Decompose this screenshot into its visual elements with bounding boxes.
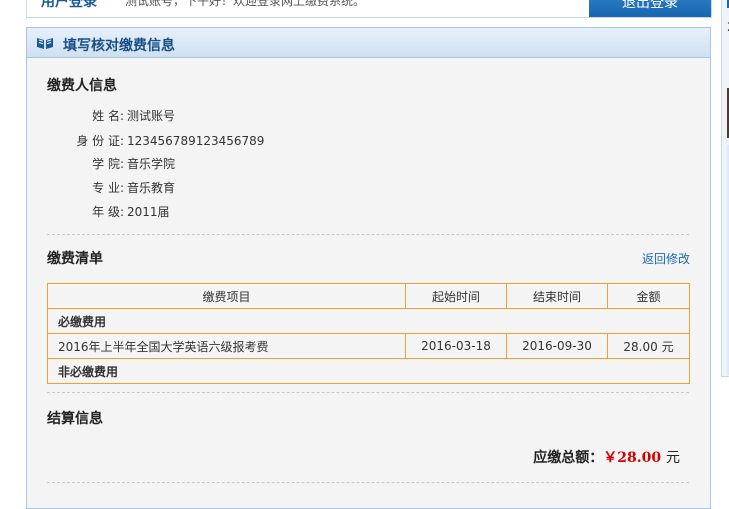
- group-row-optional: 非必缴费用: [47, 358, 690, 384]
- field-grade: 年 级: 2011届: [67, 203, 170, 220]
- field-college-value: 音乐学院: [127, 157, 176, 171]
- panel-header: 填写核对缴费信息: [27, 28, 710, 58]
- field-id-card: 身 份 证: 123456789123456789: [67, 132, 264, 149]
- field-major-label: 专 业:: [92, 181, 124, 195]
- field-name-label: 姓 名:: [92, 109, 124, 123]
- total-label: 应缴总额：: [533, 450, 604, 466]
- fee-table: 缴费项目 起始时间 结束时间 金额 必缴费用 2016年上半年全国大学英语六级报…: [47, 283, 690, 384]
- total-value: ￥28.00: [603, 450, 662, 466]
- fee-item-start: 2016-03-18: [405, 333, 507, 359]
- total-amount: 应缴总额：￥28.00 元: [533, 447, 680, 467]
- group-row-required: 必缴费用: [47, 308, 690, 334]
- col-start: 起始时间: [405, 283, 507, 309]
- field-name-value: 测试账号: [127, 109, 176, 123]
- fee-item-name: 2016年上半年全国大学英语六级报考费: [47, 333, 406, 359]
- total-unit: 元: [666, 450, 680, 466]
- field-name: 姓 名: 测试账号: [67, 107, 175, 124]
- book-icon: [36, 36, 54, 50]
- user-login-label: 用户登录: [41, 0, 97, 10]
- fee-table-header: 缴费项目 起始时间 结束时间 金额: [47, 283, 690, 309]
- fee-item-end: 2016-09-30: [506, 333, 608, 359]
- payment-info-panel: 填写核对缴费信息 缴费人信息 姓 名: 测试账号 身 份 证: 1234567891…: [26, 27, 711, 509]
- field-grade-value: 2011届: [127, 205, 170, 219]
- field-id-card-value: 123456789123456789: [127, 134, 265, 148]
- settlement-section-title: 结算信息: [47, 411, 103, 427]
- optional-group-label: 非必缴费用: [47, 358, 690, 384]
- field-grade-label: 年 级:: [92, 205, 124, 219]
- field-college: 学 院: 音乐学院: [67, 155, 175, 172]
- divider: [47, 392, 689, 393]
- divider: [47, 482, 689, 483]
- field-major-value: 音乐教育: [127, 181, 176, 195]
- welcome-text: 测试账号，下午好！欢迎登录网上缴费系统。: [125, 0, 366, 8]
- fee-item-amount: 28.00 元: [607, 333, 690, 359]
- table-row: 2016年上半年全国大学英语六级报考费 2016-03-18 2016-09-3…: [47, 333, 690, 359]
- field-major: 专 业: 音乐教育: [67, 179, 175, 196]
- col-end: 结束时间: [506, 283, 608, 309]
- col-item: 缴费项目: [47, 283, 406, 309]
- fees-section-title: 缴费清单: [47, 251, 103, 267]
- panel-title: 填写核对缴费信息: [63, 38, 175, 54]
- col-amount: 金额: [607, 283, 690, 309]
- right-side-panel: 2: [721, 0, 729, 377]
- payer-section-title: 缴费人信息: [47, 78, 117, 94]
- back-modify-link[interactable]: 返回修改: [642, 250, 690, 267]
- required-group-label: 必缴费用: [47, 308, 690, 334]
- field-college-label: 学 院:: [92, 157, 124, 171]
- divider: [47, 234, 689, 235]
- top-bar: 用户登录 测试账号，下午好！欢迎登录网上缴费系统。 退出登录: [26, 0, 712, 18]
- field-id-card-label: 身 份 证:: [76, 134, 124, 148]
- logout-button[interactable]: 退出登录: [589, 0, 711, 17]
